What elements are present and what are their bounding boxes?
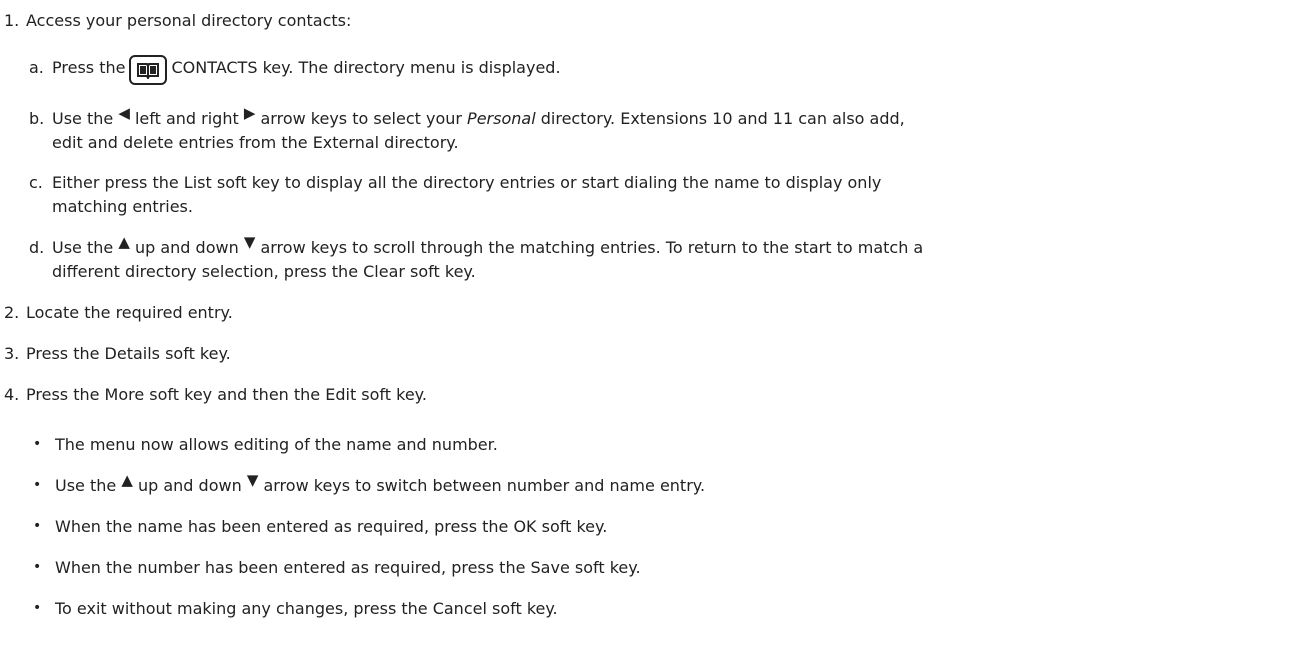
substep-text-part: different directory selection, press the… [52, 262, 476, 281]
bullet-text: The menu now allows editing of the name … [55, 435, 498, 454]
substep-text-part: Press the [52, 58, 126, 77]
down-arrow-icon: ▼ [243, 233, 256, 251]
substep-text-part: arrow keys to select your [260, 109, 462, 128]
substep-d-line2: different directory selection, press the… [52, 259, 476, 284]
step-1: 1. Access your personal directory contac… [4, 8, 351, 33]
bullet-icon: • [33, 600, 42, 616]
step-2: 2. Locate the required entry. [4, 300, 233, 325]
up-arrow-icon: ▲ [121, 471, 133, 489]
bullet-item: • When the number has been entered as re… [33, 555, 641, 580]
step-3: 3. Press the Details soft key. [4, 341, 231, 366]
substep-marker: d. [29, 238, 45, 257]
bullet-icon: • [33, 436, 42, 452]
substep-a: a. Press the CONTACTS key. The directory… [29, 55, 561, 85]
bullet-text: To exit without making any changes, pres… [55, 599, 558, 618]
substep-c: c. Either press the List soft key to dis… [29, 170, 881, 195]
substep-b: b. Use the ◀ left and right ▶ arrow keys… [29, 106, 905, 131]
step-number: 4. [4, 385, 20, 404]
substep-text-part: edit and delete entries from the Externa… [52, 133, 459, 152]
bullet-icon: • [33, 477, 42, 493]
substep-text-part: CONTACTS key. The directory menu is disp… [171, 58, 561, 77]
contacts-book-icon [129, 55, 168, 85]
bullet-item: • The menu now allows editing of the nam… [33, 432, 498, 457]
bullet-text: When the number has been entered as requ… [55, 558, 641, 577]
substep-text-part: matching entries. [52, 197, 193, 216]
substep-c-line2: matching entries. [52, 194, 193, 219]
step-text: Press the More soft key and then the Edi… [26, 385, 427, 404]
down-arrow-icon: ▼ [246, 471, 259, 489]
substep-text-part: left and right [134, 109, 239, 128]
bullet-item: • Use the ▲ up and down ▼ arrow keys to … [33, 473, 705, 498]
up-arrow-icon: ▲ [118, 233, 130, 251]
bullet-text: up and down [137, 476, 242, 495]
substep-marker: a. [29, 58, 44, 77]
step-text: Access your personal directory contacts: [26, 11, 352, 30]
bullet-item: • When the name has been entered as requ… [33, 514, 607, 539]
bullet-text: arrow keys to switch between number and … [263, 476, 706, 495]
step-number: 2. [4, 303, 20, 322]
bullet-text: Use the [55, 476, 117, 495]
bullet-item: • To exit without making any changes, pr… [33, 596, 558, 621]
step-4: 4. Press the More soft key and then the … [4, 382, 427, 407]
substep-text-part: Use the [52, 238, 114, 257]
step-text: Press the Details soft key. [26, 344, 231, 363]
bullet-icon: • [33, 518, 42, 534]
substep-marker: b. [29, 109, 45, 128]
substep-b-line2: edit and delete entries from the Externa… [52, 130, 459, 155]
step-text: Locate the required entry. [26, 303, 233, 322]
personal-emphasis: Personal [467, 109, 536, 128]
substep-text-part: arrow keys to scroll through the matchin… [260, 238, 924, 257]
bullet-text: When the name has been entered as requir… [55, 517, 608, 536]
substep-d: d. Use the ▲ up and down ▼ arrow keys to… [29, 235, 923, 260]
substep-text-part: Use the [52, 109, 114, 128]
substep-marker: c. [29, 173, 43, 192]
right-arrow-icon: ▶ [243, 104, 256, 122]
left-arrow-icon: ◀ [118, 104, 130, 122]
substep-text-part: up and down [134, 238, 239, 257]
bullet-icon: • [33, 559, 42, 575]
substep-text-part: Either press the List soft key to displa… [52, 173, 882, 192]
step-number: 3. [4, 344, 20, 363]
substep-text-part: directory. Extensions 10 and 11 can also… [540, 109, 905, 128]
step-number: 1. [4, 11, 20, 30]
